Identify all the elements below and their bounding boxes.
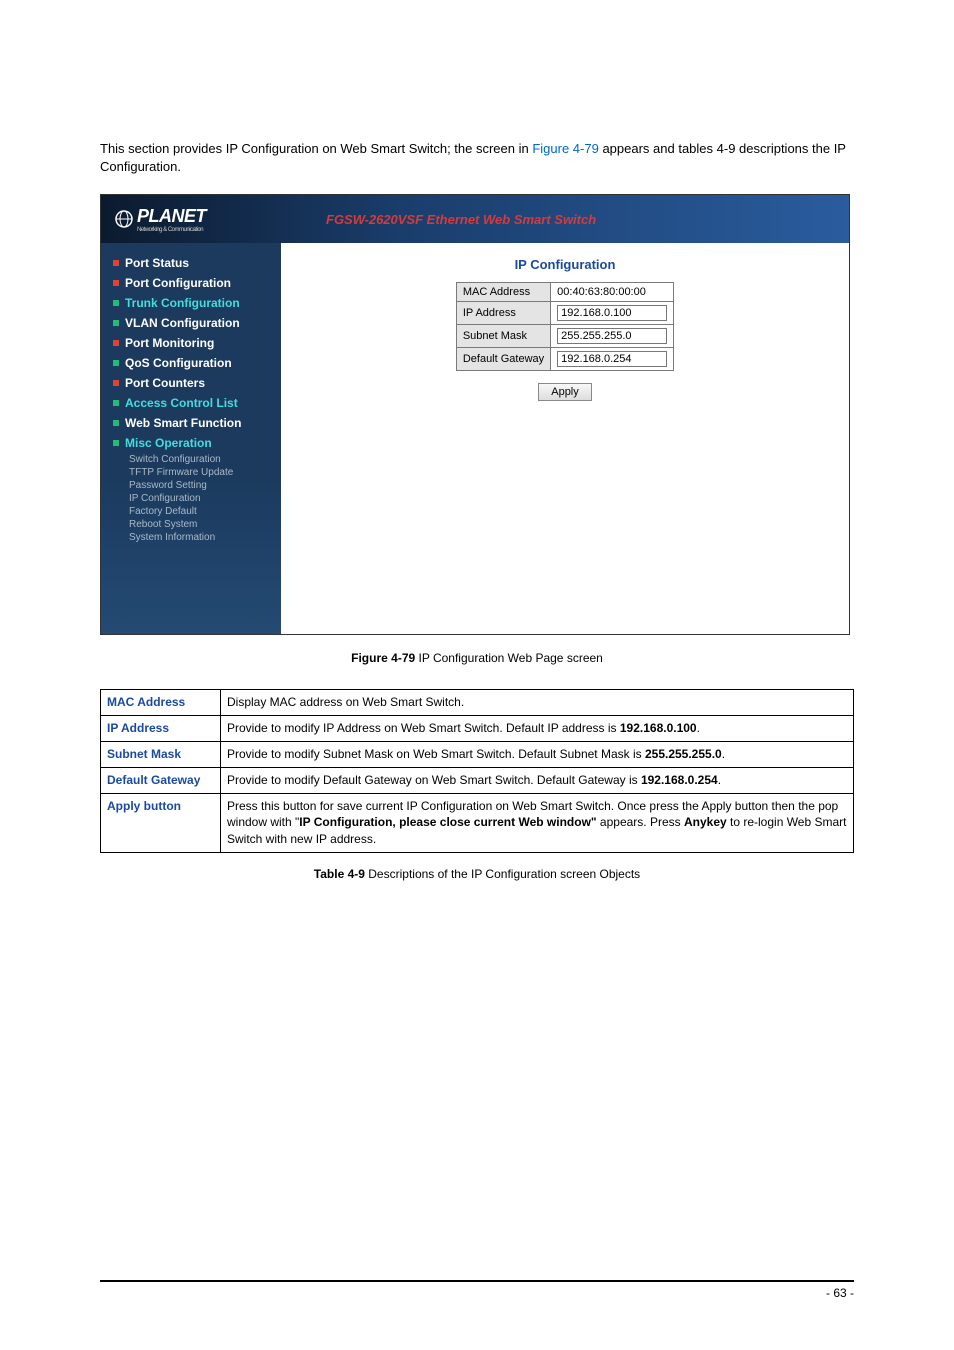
sidebar: Port StatusPort ConfigurationTrunk Confi… [101,243,281,634]
logo-subtext: Networking & Communication [137,227,206,233]
figure-caption: Figure 4-79 IP Configuration Web Page sc… [100,651,854,665]
sidebar-item[interactable]: QoS Configuration [111,353,271,373]
desc-text: Provide to modify Subnet Mask on Web Sma… [221,741,854,767]
figure-caption-pre: Figure 4-79 [351,651,418,665]
desc-object: Default Gateway [101,767,221,793]
mac-label: MAC Address [456,283,550,302]
sidebar-item[interactable]: Access Control List [111,393,271,413]
sidebar-item[interactable]: Web Smart Function [111,413,271,433]
page-footer: - 63 - [100,1280,854,1300]
header-title: FGSW-2620VSF Ethernet Web Smart Switch [326,212,596,227]
sidebar-item[interactable]: Port Monitoring [111,333,271,353]
figure-link[interactable]: Figure 4-79 [532,141,598,156]
desc-text: Provide to modify Default Gateway on Web… [221,767,854,793]
mask-label: Subnet Mask [456,325,550,348]
desc-text: Provide to modify IP Address on Web Smar… [221,716,854,742]
desc-text: Display MAC address on Web Smart Switch. [221,690,854,716]
logo-text: PLANET [137,206,206,226]
sidebar-subitem[interactable]: Password Setting [111,479,271,492]
desc-text: Press this button for save current IP Co… [221,793,854,852]
description-table: MAC AddressDisplay MAC address on Web Sm… [100,689,854,853]
table-caption-text: Descriptions of the IP Configuration scr… [368,867,640,881]
sidebar-item[interactable]: Port Configuration [111,273,271,293]
sidebar-item[interactable]: Trunk Configuration [111,293,271,313]
sidebar-subitem[interactable]: Reboot System [111,518,271,531]
intro-paragraph: This section provides IP Configuration o… [100,140,854,176]
sidebar-subitem[interactable]: TFTP Firmware Update [111,466,271,479]
desc-object: Apply button [101,793,221,852]
apply-button[interactable]: Apply [538,383,592,401]
globe-icon [115,210,133,228]
app-header: PLANET Networking & Communication FGSW-2… [101,195,849,243]
app-screenshot: PLANET Networking & Communication FGSW-2… [100,194,850,635]
content-panel: IP Configuration MAC Address 00:40:63:80… [281,243,849,634]
intro-text-1: This section provides IP Configuration o… [100,141,532,156]
sidebar-item[interactable]: Port Counters [111,373,271,393]
sidebar-item[interactable]: Port Status [111,253,271,273]
desc-object: IP Address [101,716,221,742]
desc-object: Subnet Mask [101,741,221,767]
gw-label: Default Gateway [456,348,550,371]
gw-input[interactable] [557,351,667,367]
table-caption-pre: Table 4-9 [314,867,368,881]
sidebar-item[interactable]: VLAN Configuration [111,313,271,333]
mask-input[interactable] [557,328,667,344]
mac-value: 00:40:63:80:00:00 [551,283,674,302]
sidebar-subitem[interactable]: IP Configuration [111,492,271,505]
figure-caption-text: IP Configuration Web Page screen [419,651,603,665]
panel-title: IP Configuration [295,257,835,272]
logo: PLANET Networking & Communication [115,206,206,233]
ip-input[interactable] [557,305,667,321]
sidebar-subitem[interactable]: System Information [111,531,271,544]
ip-label: IP Address [456,302,550,325]
sidebar-item[interactable]: Misc Operation [111,433,271,453]
table-caption: Table 4-9 Descriptions of the IP Configu… [100,867,854,881]
desc-object: MAC Address [101,690,221,716]
sidebar-subitem[interactable]: Switch Configuration [111,453,271,466]
ip-config-form: MAC Address 00:40:63:80:00:00 IP Address… [456,282,674,371]
sidebar-subitem[interactable]: Factory Default [111,505,271,518]
page-number: - 63 - [826,1286,854,1300]
